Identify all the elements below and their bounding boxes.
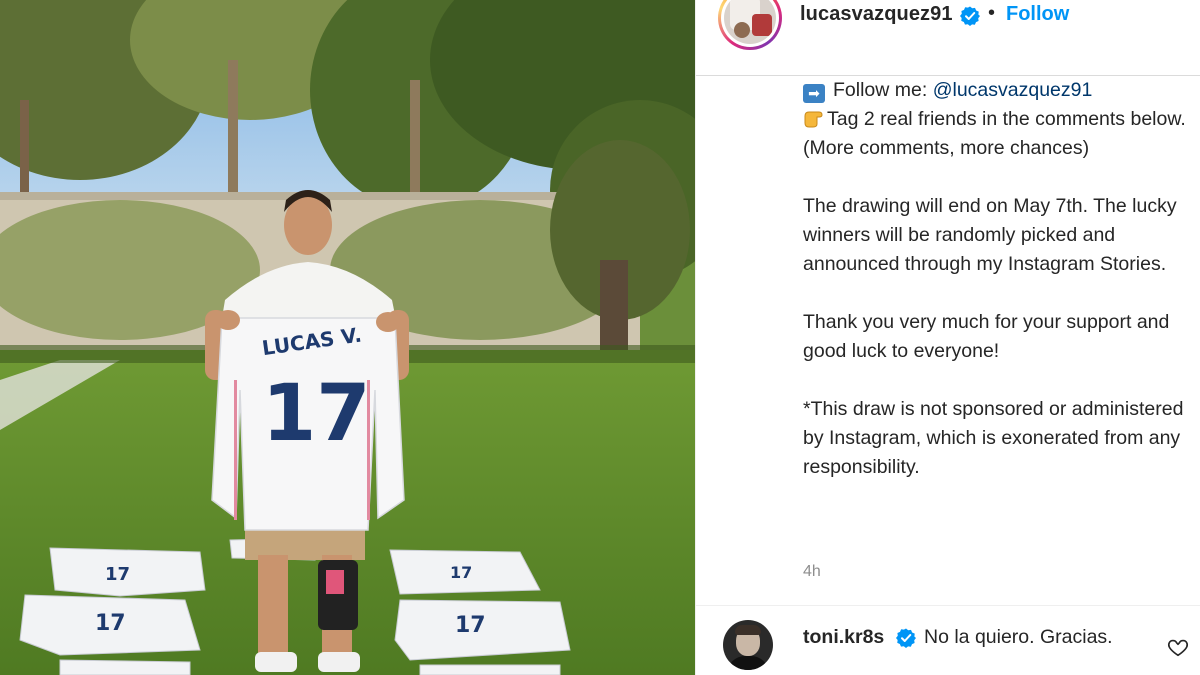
post-details-panel: lucasvazquez91 • Follow ➡ Follow me: @luc… [695,0,1200,675]
caption-para-disclaimer: *This draw is not sponsored or administe… [803,398,1184,478]
verified-badge-icon [960,6,980,26]
caption-line-follow: ➡ Follow me: @lucasvazquez91 [803,76,1193,105]
pointing-hand-emoji-icon [804,111,823,128]
comment-item: toni.kr8s No la quiero. Gracias. [696,605,1200,675]
avatar-image [724,0,776,44]
post-timestamp[interactable]: 4h [803,563,821,581]
svg-text:17: 17 [455,613,486,638]
like-comment-button[interactable] [1167,636,1189,658]
follow-button[interactable]: Follow [1006,3,1069,26]
commenter-username[interactable]: toni.kr8s [803,626,884,649]
caption-tag-text: Tag 2 real friends in the comments below… [803,108,1186,159]
comment-text: No la quiero. Gracias. [924,626,1113,648]
separator-dot: • [988,2,996,24]
commenter-avatar[interactable] [723,620,773,670]
caption-mention-link[interactable]: @lucasvazquez91 [933,79,1093,101]
svg-text:17: 17 [105,564,130,585]
caption-follow-prefix: Follow me: [833,79,933,101]
svg-text:17: 17 [95,611,126,636]
jersey-number-print: 17 [262,369,371,459]
post-caption: ➡ Follow me: @lucasvazquez91 Tag 2 real f… [803,76,1193,482]
commenter-verified-badge-icon [896,628,916,648]
post-photo[interactable]: 17 17 17 17 LUCAS V. 17 [0,0,695,675]
caption-para-thanks: Thank you very much for your support and… [803,311,1170,362]
author-avatar[interactable] [718,0,782,50]
post-header: lucasvazquez91 • Follow [696,0,1200,76]
caption-para-drawing: The drawing will end on May 7th. The luc… [803,195,1177,275]
svg-text:17: 17 [450,563,472,582]
post-image: 17 17 17 17 LUCAS V. 17 [0,0,695,675]
right-arrow-emoji-icon: ➡ [803,84,825,103]
caption-para-tag: Tag 2 real friends in the comments below… [803,105,1193,163]
avatar-inner [721,0,779,47]
author-username[interactable]: lucasvazquez91 [800,3,953,26]
heart-icon [1167,639,1189,657]
